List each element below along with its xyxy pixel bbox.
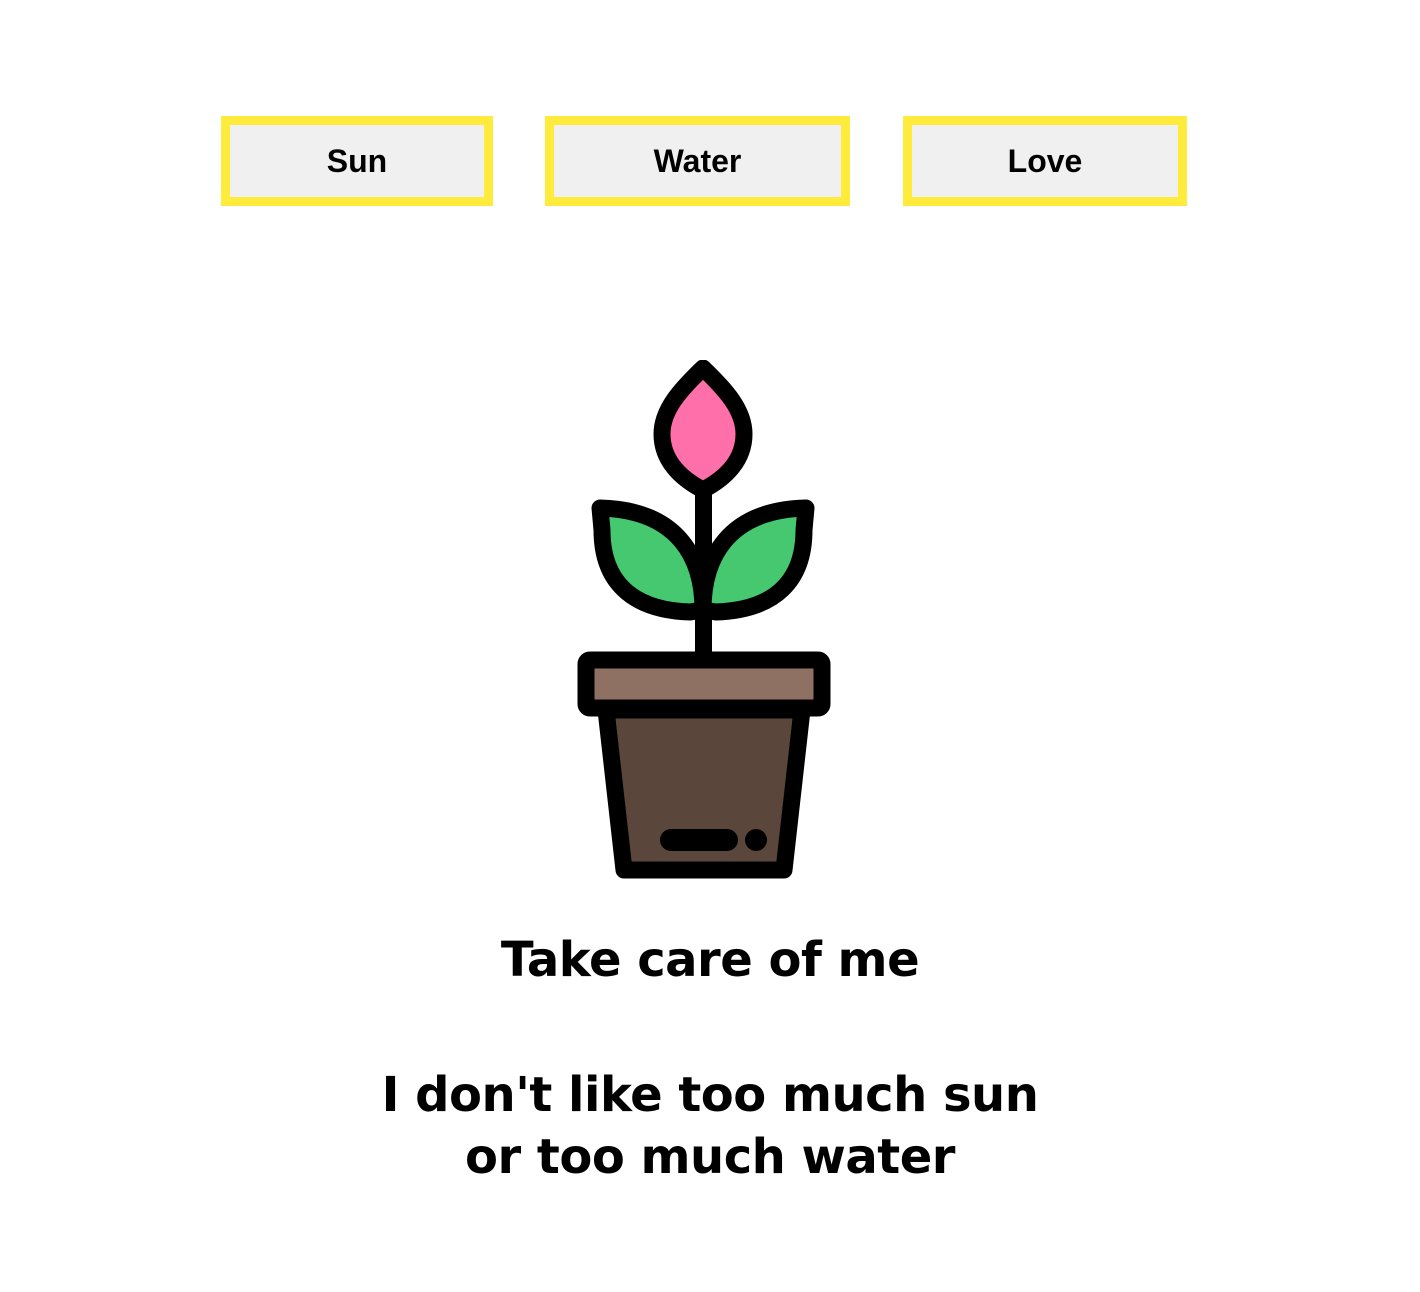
sun-button[interactable]: Sun [221, 116, 493, 206]
pot-rim [577, 651, 831, 717]
pot-dot [745, 829, 767, 851]
water-button[interactable]: Water [545, 116, 850, 206]
potted-plant-icon [577, 360, 831, 879]
flower-bud [653, 360, 753, 499]
care-message-line-2: or too much water [465, 1129, 955, 1185]
left-leaf [591, 499, 712, 621]
care-message-line-1: I don't like too much sun [381, 1067, 1039, 1123]
right-leaf [694, 499, 815, 621]
care-message: I don't like too much sun or too much wa… [0, 1064, 1420, 1188]
page-heading: Take care of me [500, 932, 920, 988]
pot-dash [660, 829, 738, 851]
love-button[interactable]: Love [903, 116, 1187, 206]
